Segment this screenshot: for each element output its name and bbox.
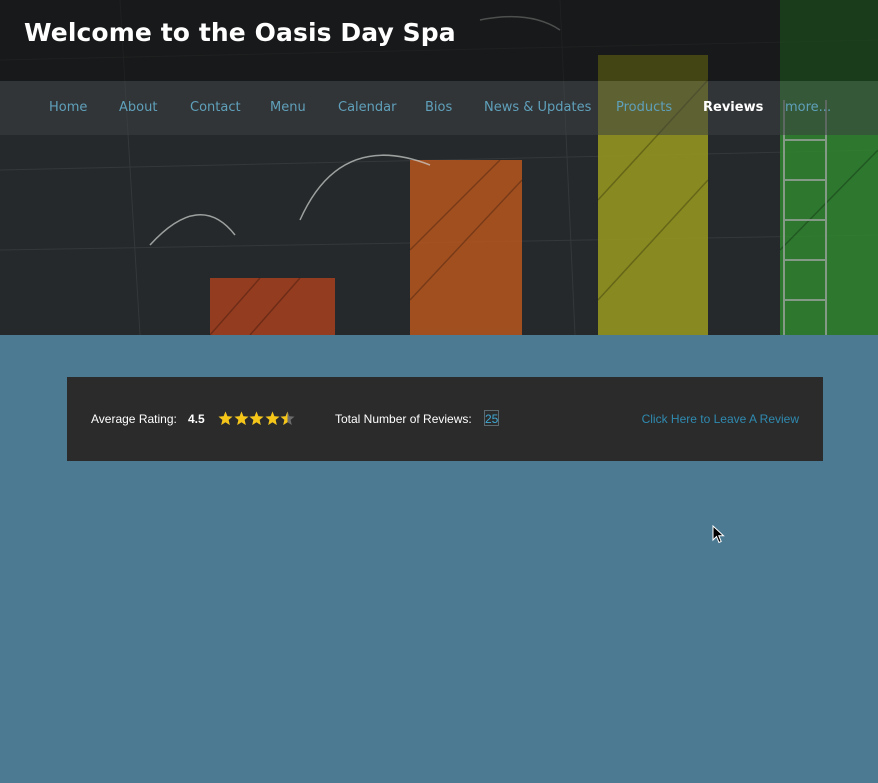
nav-item-products[interactable]: Products (616, 81, 672, 135)
nav-item-menu[interactable]: Menu (270, 81, 306, 135)
star-icon (234, 411, 248, 425)
nav-item-home[interactable]: Home (49, 81, 87, 135)
site-title[interactable]: Welcome to the Oasis Day Spa (24, 18, 456, 47)
review-summary-bar: Average Rating: 4.5 Total Number of Revi… (67, 377, 823, 461)
nav-item-more[interactable]: more... (785, 81, 831, 135)
hero-banner: Welcome to the Oasis Day Spa Home About … (0, 0, 878, 335)
star-half-icon (280, 411, 295, 425)
leave-review-link[interactable]: Click Here to Leave A Review (642, 377, 799, 461)
total-reviews-count: 25 (484, 410, 499, 426)
nav-item-calendar[interactable]: Calendar (338, 81, 396, 135)
site-header: Welcome to the Oasis Day Spa (0, 0, 878, 81)
star-icon (249, 411, 264, 425)
nav-item-news-updates[interactable]: News & Updates (484, 81, 591, 135)
nav-item-contact[interactable]: Contact (190, 81, 241, 135)
total-reviews-label: Total Number of Reviews: (335, 412, 472, 426)
mouse-cursor-icon (712, 525, 725, 544)
nav-item-about[interactable]: About (119, 81, 157, 135)
nav-item-bios[interactable]: Bios (425, 81, 452, 135)
star-icon (265, 411, 279, 425)
main-navigation: Home About Contact Menu Calendar Bios Ne… (0, 81, 878, 135)
average-rating-label: Average Rating: (91, 412, 177, 426)
star-icon (218, 411, 233, 425)
average-rating-value: 4.5 (188, 412, 205, 426)
nav-item-reviews[interactable]: Reviews (703, 81, 763, 135)
